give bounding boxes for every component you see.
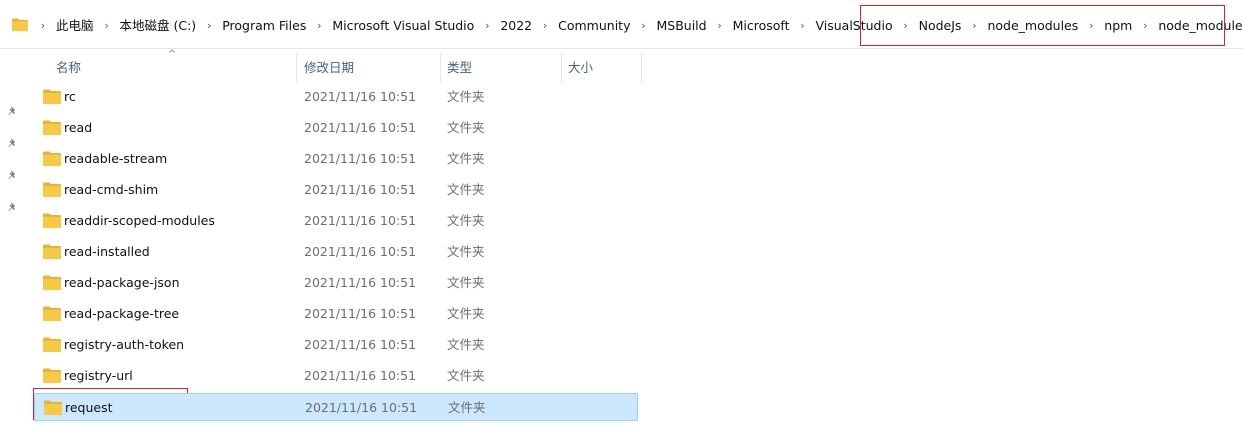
chevron-right-icon[interactable]: › xyxy=(713,17,727,35)
folder-icon xyxy=(43,89,61,104)
file-type: 文件夹 xyxy=(447,244,485,259)
chevron-right-icon[interactable]: › xyxy=(480,17,494,35)
breadcrumb-item[interactable]: Microsoft Visual Studio xyxy=(328,17,478,35)
file-name: request xyxy=(65,400,113,415)
file-modified: 2021/11/16 10:51 xyxy=(304,306,417,321)
file-modified: 2021/11/16 10:51 xyxy=(304,337,417,352)
folder-icon xyxy=(43,182,61,197)
folder-icon xyxy=(43,368,61,383)
breadcrumb: › 此电脑 › 本地磁盘 (C:) › Program Files › Microsoft V… xyxy=(34,17,1243,35)
file-modified: 2021/11/16 10:51 xyxy=(304,244,417,259)
breadcrumb-item[interactable]: VisualStudio xyxy=(811,17,896,35)
folder-icon xyxy=(43,120,61,135)
file-row[interactable]: rc 2021/11/16 10:51 文件夹 xyxy=(34,83,638,111)
file-type: 文件夹 xyxy=(447,275,485,290)
file-name: registry-auth-token xyxy=(64,337,185,352)
file-modified: 2021/11/16 10:51 xyxy=(305,400,418,415)
file-type: 文件夹 xyxy=(448,400,486,415)
column-name[interactable]: 名称 xyxy=(34,53,297,83)
chevron-right-icon[interactable]: › xyxy=(100,17,114,35)
breadcrumb-item[interactable]: 2022 xyxy=(496,17,536,35)
file-type: 文件夹 xyxy=(447,89,485,104)
folder-icon xyxy=(43,244,61,259)
file-modified: 2021/11/16 10:51 xyxy=(304,120,417,135)
file-row[interactable]: readdir-scoped-modules 2021/11/16 10:51 文件… xyxy=(34,207,638,235)
breadcrumb-item[interactable]: Microsoft xyxy=(729,17,794,35)
file-name: read-installed xyxy=(64,244,150,259)
chevron-right-icon[interactable]: › xyxy=(202,17,216,35)
chevron-right-icon[interactable]: › xyxy=(312,17,326,35)
folder-icon xyxy=(12,18,28,31)
chevron-right-icon[interactable]: › xyxy=(967,17,981,35)
chevron-right-icon[interactable]: › xyxy=(795,17,809,35)
folder-icon xyxy=(43,337,61,352)
file-row[interactable]: read-package-json 2021/11/16 10:51 文件夹 xyxy=(34,269,638,297)
file-modified: 2021/11/16 10:51 xyxy=(304,213,417,228)
file-row[interactable]: request 2021/11/16 10:51 文件夹 xyxy=(34,393,638,421)
pin-icon[interactable] xyxy=(6,104,20,118)
file-modified: 2021/11/16 10:51 xyxy=(304,182,417,197)
breadcrumb-item[interactable]: node_modules xyxy=(1154,17,1243,35)
file-row[interactable]: read-package-tree 2021/11/16 10:51 文件夹 xyxy=(34,300,638,328)
file-type: 文件夹 xyxy=(447,368,485,383)
file-modified: 2021/11/16 10:51 xyxy=(304,275,417,290)
chevron-right-icon[interactable]: › xyxy=(538,17,552,35)
file-name: read-package-tree xyxy=(64,306,180,321)
breadcrumb-item[interactable]: Program Files xyxy=(218,17,310,35)
breadcrumb-item[interactable]: 本地磁盘 (C:) xyxy=(116,17,201,35)
chevron-right-icon[interactable]: › xyxy=(1138,17,1152,35)
pin-icon[interactable] xyxy=(6,136,20,150)
column-header: ^ 名称 修改日期 类型 大小 xyxy=(34,49,644,83)
file-name: read xyxy=(64,120,93,135)
file-type: 文件夹 xyxy=(447,120,485,135)
chevron-right-icon[interactable]: › xyxy=(36,17,50,35)
breadcrumb-item[interactable]: NodeJs xyxy=(915,17,966,35)
file-modified: 2021/11/16 10:51 xyxy=(304,89,417,104)
breadcrumb-item[interactable]: npm xyxy=(1100,17,1136,35)
chevron-right-icon[interactable]: › xyxy=(1084,17,1098,35)
file-name: rc xyxy=(64,89,76,104)
file-row[interactable]: read-installed 2021/11/16 10:51 文件夹 xyxy=(34,238,638,266)
folder-icon xyxy=(43,151,61,166)
file-modified: 2021/11/16 10:51 xyxy=(304,368,417,383)
file-modified: 2021/11/16 10:51 xyxy=(304,151,417,166)
file-name: readable-stream xyxy=(64,151,168,166)
address-bar[interactable]: › 此电脑 › 本地磁盘 (C:) › Program Files › Microsoft V… xyxy=(0,0,1243,49)
column-modified[interactable]: 修改日期 xyxy=(297,53,441,83)
file-type: 文件夹 xyxy=(447,337,485,352)
column-type[interactable]: 类型 xyxy=(441,53,562,83)
file-type: 文件夹 xyxy=(447,182,485,197)
breadcrumb-item[interactable]: 此电脑 xyxy=(52,17,98,35)
column-size[interactable]: 大小 xyxy=(562,53,642,83)
file-row[interactable]: registry-auth-token 2021/11/16 10:51 文件夹 xyxy=(34,331,638,359)
pin-icon[interactable] xyxy=(6,200,20,214)
file-name: read-package-json xyxy=(64,275,180,290)
folder-icon xyxy=(43,275,61,290)
breadcrumb-item[interactable]: MSBuild xyxy=(652,17,710,35)
file-name: registry-url xyxy=(64,368,133,383)
chevron-right-icon[interactable]: › xyxy=(899,17,913,35)
file-name: read-cmd-shim xyxy=(64,182,159,197)
file-type: 文件夹 xyxy=(447,151,485,166)
file-row[interactable]: read 2021/11/16 10:51 文件夹 xyxy=(34,114,638,142)
breadcrumb-item[interactable]: node_modules xyxy=(983,17,1082,35)
folder-icon xyxy=(44,400,62,415)
file-row[interactable]: readable-stream 2021/11/16 10:51 文件夹 xyxy=(34,145,638,173)
pin-icon[interactable] xyxy=(6,168,20,182)
chevron-right-icon[interactable]: › xyxy=(636,17,650,35)
file-type: 文件夹 xyxy=(447,306,485,321)
folder-icon xyxy=(43,306,61,321)
file-type: 文件夹 xyxy=(447,213,485,228)
file-row[interactable]: read-cmd-shim 2021/11/16 10:51 文件夹 xyxy=(34,176,638,204)
file-row[interactable]: registry-url 2021/11/16 10:51 文件夹 xyxy=(34,362,638,390)
file-name: readdir-scoped-modules xyxy=(64,213,215,228)
folder-icon xyxy=(43,213,61,228)
breadcrumb-item[interactable]: Community xyxy=(554,17,634,35)
